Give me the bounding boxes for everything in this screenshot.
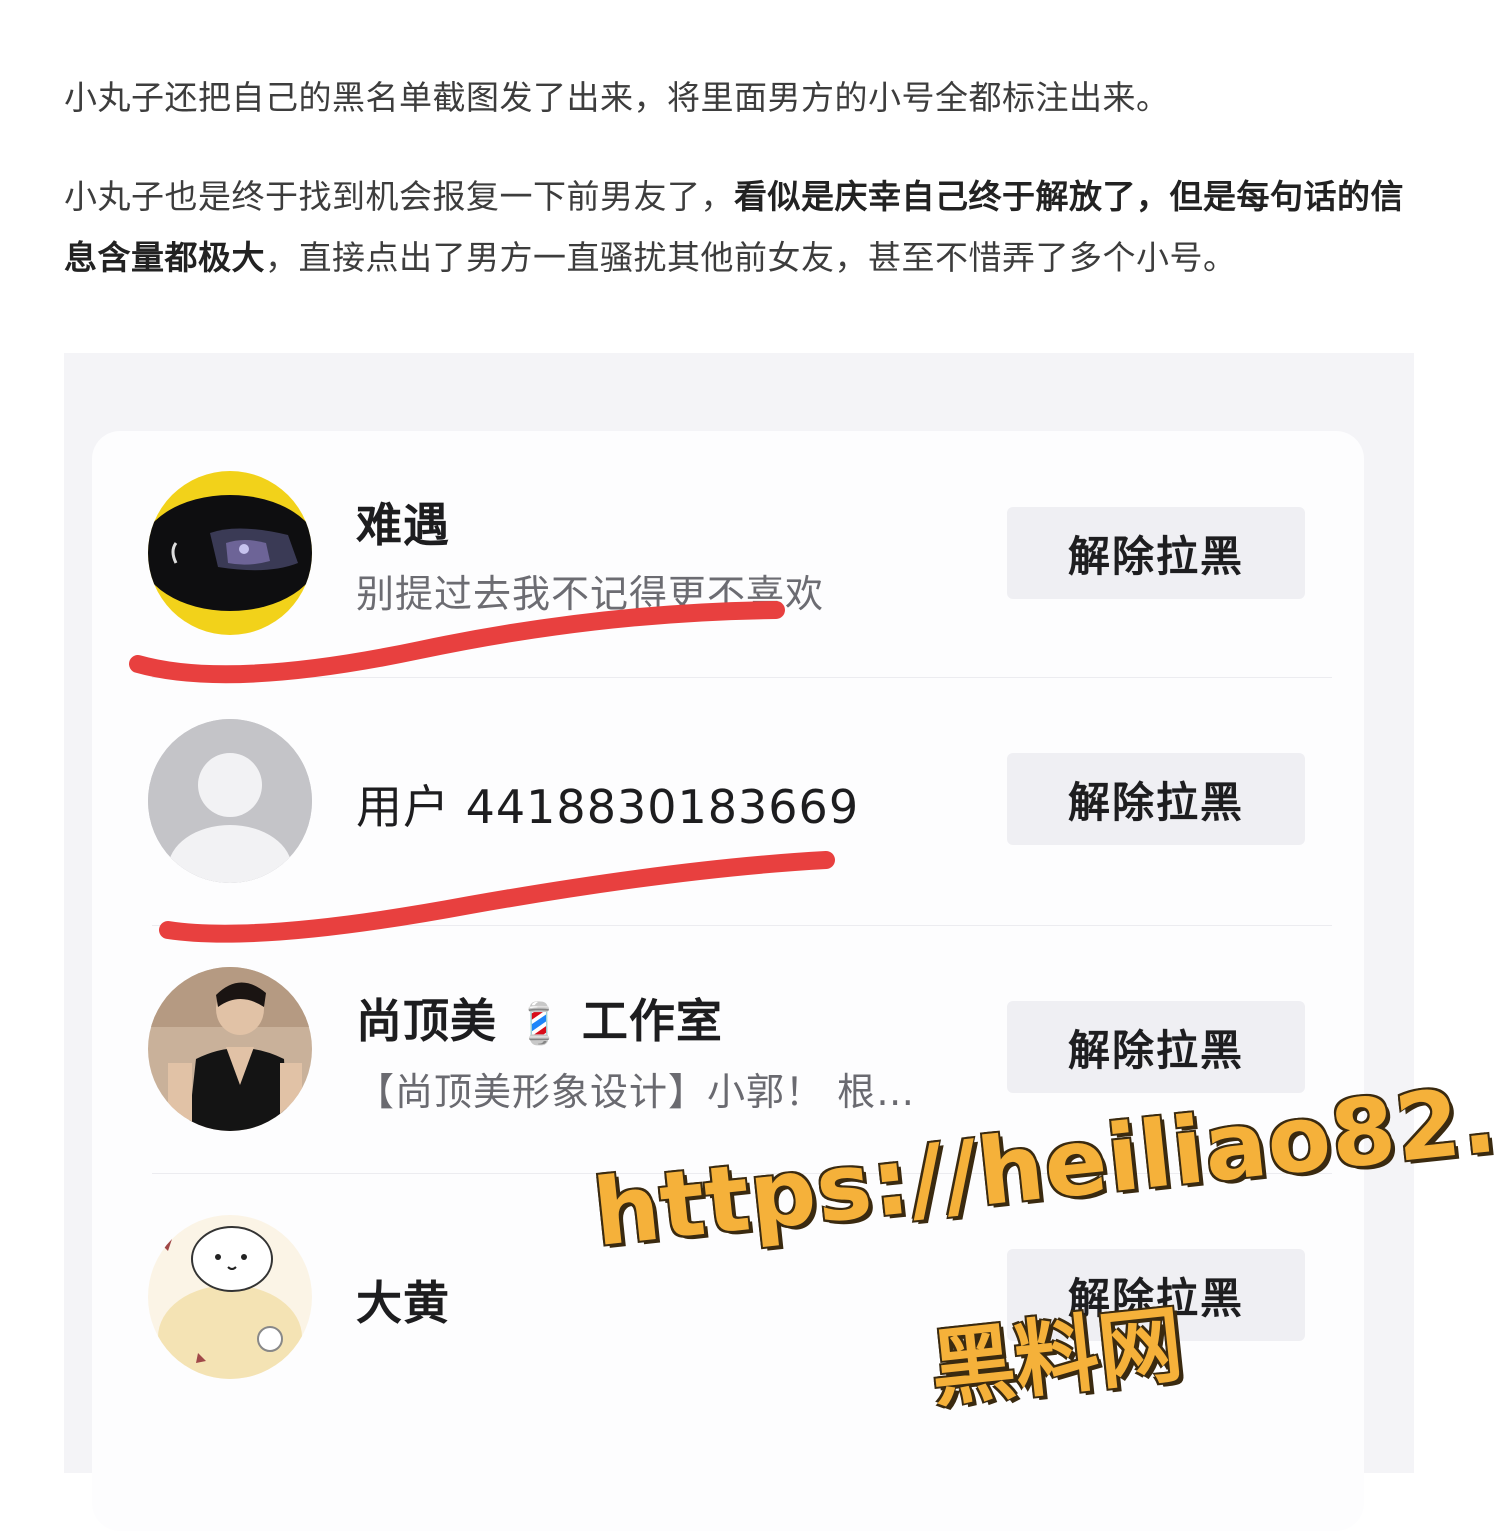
- cartoon-cat-avatar-icon[interactable]: [148, 1215, 312, 1379]
- default-user-avatar-icon[interactable]: [148, 719, 312, 883]
- person-photo-avatar-icon[interactable]: [148, 967, 312, 1131]
- paragraph-commentary-end: ，直接点出了男方一直骚扰其他前女友，甚至不惜弄了多个小号。: [265, 238, 1237, 277]
- user-name: 用户 4418830183669: [356, 780, 860, 834]
- unblock-button[interactable]: 解除拉黑: [1007, 1249, 1305, 1341]
- user-name-suffix: 工作室: [581, 994, 723, 1048]
- blocklist-card: 难遇 别提过去我不记得更不喜欢 解除拉黑 用户 4418830183669 解除…: [92, 431, 1364, 1531]
- blocklist-item: 尚顶美 💈 工作室 【尚顶美形象设计】小郭！ 根… 解除拉黑: [92, 967, 1364, 1167]
- barber-pole-icon: 💈: [514, 1001, 565, 1047]
- blocklist-item: 大黄 解除拉黑: [92, 1215, 1364, 1415]
- user-signature: 别提过去我不记得更不喜欢: [356, 572, 825, 616]
- user-name: 难遇: [356, 498, 450, 552]
- paragraph-commentary: 小丸子也是终于找到机会报复一下前男友了，看似是庆幸自己终于解放了，但是每句话的信…: [64, 166, 1424, 288]
- blocklist-screenshot: 难遇 别提过去我不记得更不喜欢 解除拉黑 用户 4418830183669 解除…: [64, 353, 1414, 1531]
- user-name: 尚顶美 💈 工作室: [356, 985, 723, 1051]
- dark-photo-avatar-icon[interactable]: [148, 471, 312, 635]
- divider: [152, 677, 1332, 678]
- paragraph-intro: 小丸子还把自己的黑名单截图发了出来，将里面男方的小号全都标注出来。: [64, 78, 1170, 117]
- unblock-button[interactable]: 解除拉黑: [1007, 753, 1305, 845]
- unblock-button[interactable]: 解除拉黑: [1007, 507, 1305, 599]
- unblock-button[interactable]: 解除拉黑: [1007, 1001, 1305, 1093]
- user-name: 大黄: [356, 1276, 450, 1330]
- divider: [152, 925, 1332, 926]
- blocklist-item: 难遇 别提过去我不记得更不喜欢 解除拉黑: [92, 471, 1364, 671]
- user-name-main: 尚顶美: [356, 994, 497, 1048]
- blocklist-item: 用户 4418830183669 解除拉黑: [92, 719, 1364, 919]
- paragraph-commentary-start: 小丸子也是终于找到机会报复一下前男友了，: [64, 177, 734, 216]
- user-signature: 【尚顶美形象设计】小郭！ 根…: [356, 1070, 916, 1114]
- divider: [152, 1173, 1332, 1174]
